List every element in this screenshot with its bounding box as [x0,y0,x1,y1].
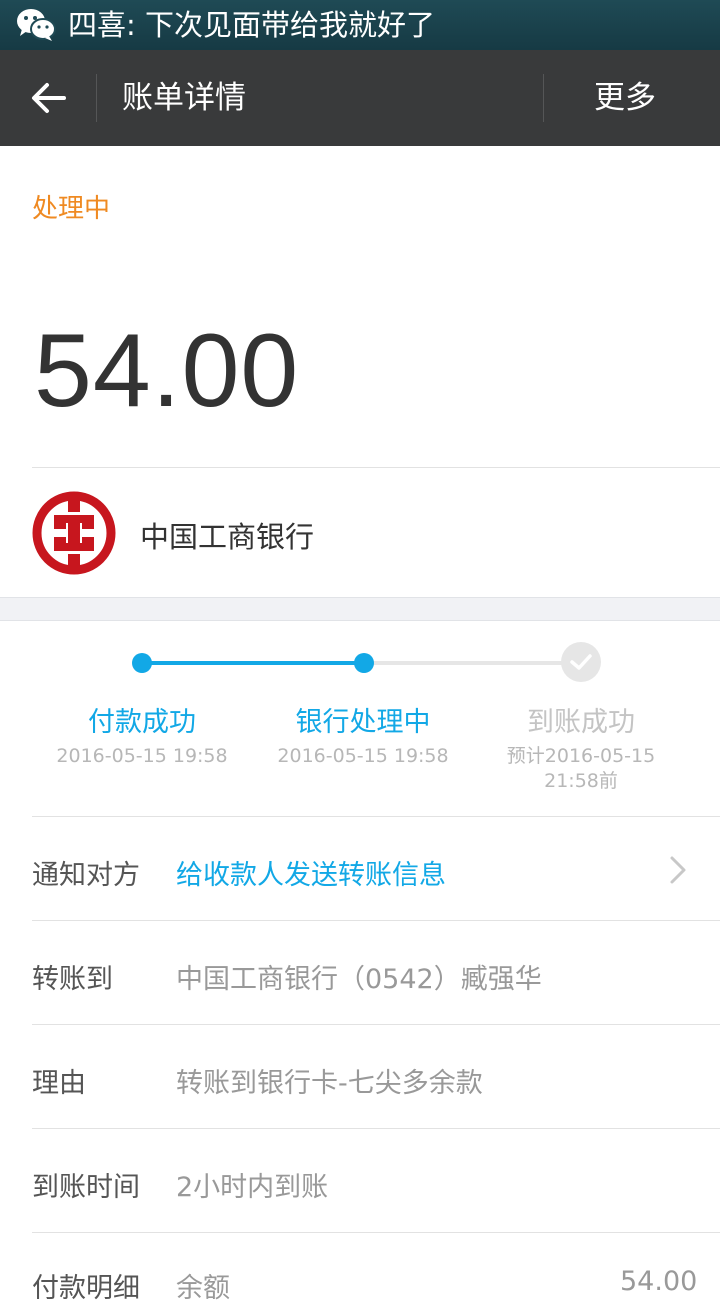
progress-track-pending [364,661,564,665]
header-divider [96,74,97,122]
action-bar: 账单详情 更多 [0,50,720,146]
step-time-processing: 2016-05-15 19:58 [277,745,449,767]
step-label-processing: 银行处理中 [295,707,431,738]
notification-text: 四喜: 下次见面带给我就好了 [68,8,435,42]
check-icon [570,654,592,670]
divider [32,920,720,921]
progress-dot-paid [132,653,152,673]
progress-dot-processing [354,653,374,673]
step-label-arrived: 到账成功 [527,707,635,738]
progress-track-done [142,661,364,665]
step-label-paid: 付款成功 [88,707,196,738]
page-title: 账单详情 [122,80,246,116]
reason-label: 理由 [32,1068,86,1099]
divider [32,1232,720,1233]
step-time-arrived: 预计2016-05-15 21:58前 [506,745,656,792]
progress-check-arrived [561,642,601,682]
notification-bar[interactable]: 四喜: 下次见面带给我就好了 [0,0,720,50]
back-button[interactable] [24,74,72,122]
section-gap [0,597,720,621]
divider [32,1024,720,1025]
amount-value: 54.00 [34,313,300,429]
notify-link[interactable]: 给收款人发送转账信息 [176,853,446,892]
transfer-to-label: 转账到 [32,964,113,995]
notify-row[interactable]: 通知对方 给收款人发送转账信息 [0,817,720,920]
icbc-logo [32,491,116,575]
arrival-time-label: 到账时间 [32,1172,140,1203]
chevron-right-icon [670,856,686,884]
payment-detail-sub-label: 余额 [176,1273,230,1304]
bank-name: 中国工商银行 [140,520,315,554]
reason-value: 转账到银行卡-七尖多余款 [176,1068,483,1099]
status-badge: 处理中 [32,194,111,224]
payment-detail-value: 54.00 [620,1266,698,1297]
divider [32,467,720,468]
transfer-to-value: 中国工商银行（0542）臧强华 [176,964,542,995]
payment-detail-label: 付款明细 [32,1273,140,1304]
header-divider [543,74,544,122]
divider [32,1128,720,1129]
more-button[interactable]: 更多 [560,50,690,146]
back-arrow-icon [32,83,66,113]
step-time-paid: 2016-05-15 19:58 [56,745,228,767]
wechat-icon [17,9,56,41]
notify-label: 通知对方 [32,860,140,891]
arrival-time-value: 2小时内到账 [176,1172,329,1203]
